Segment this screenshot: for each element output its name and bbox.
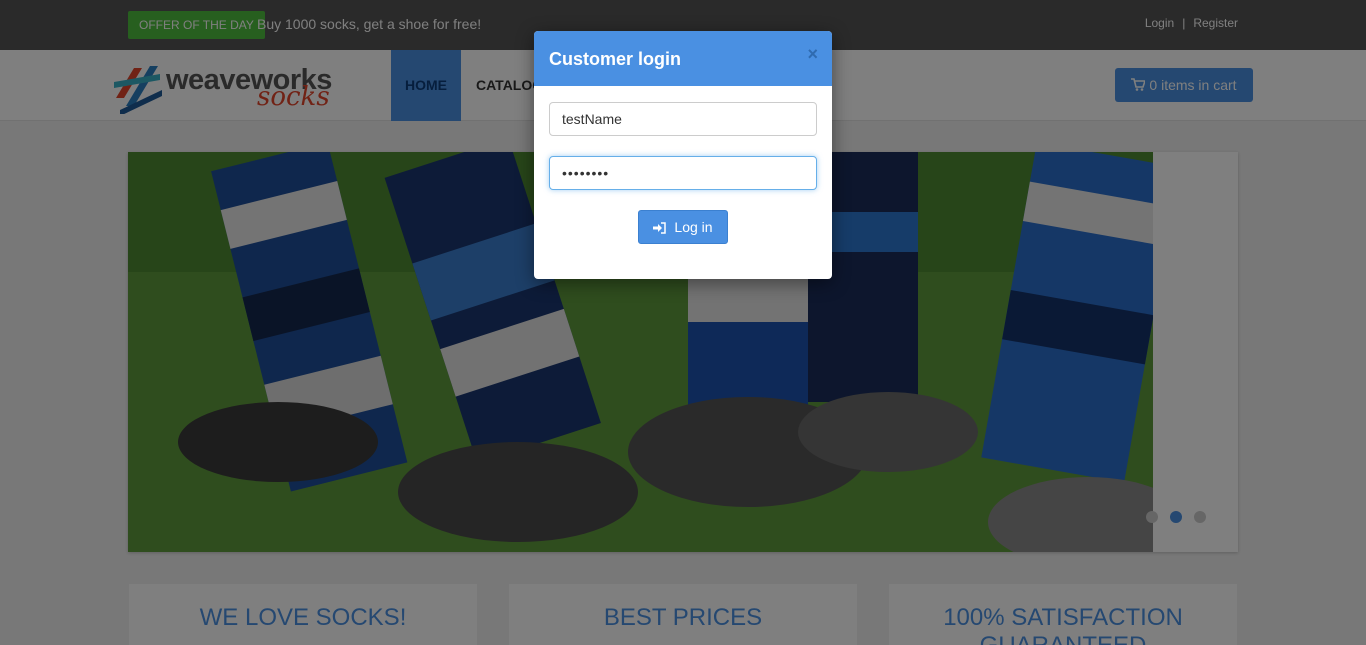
username-field[interactable] xyxy=(549,102,817,136)
customer-login-modal: Customer login × Log in xyxy=(534,31,832,279)
password-field[interactable] xyxy=(549,156,817,190)
sign-in-icon xyxy=(653,222,667,234)
close-icon[interactable]: × xyxy=(807,44,818,65)
log-in-button[interactable]: Log in xyxy=(638,210,728,244)
modal-title: Customer login xyxy=(549,49,682,69)
log-in-label: Log in xyxy=(674,219,713,235)
modal-header: Customer login × xyxy=(534,31,832,86)
